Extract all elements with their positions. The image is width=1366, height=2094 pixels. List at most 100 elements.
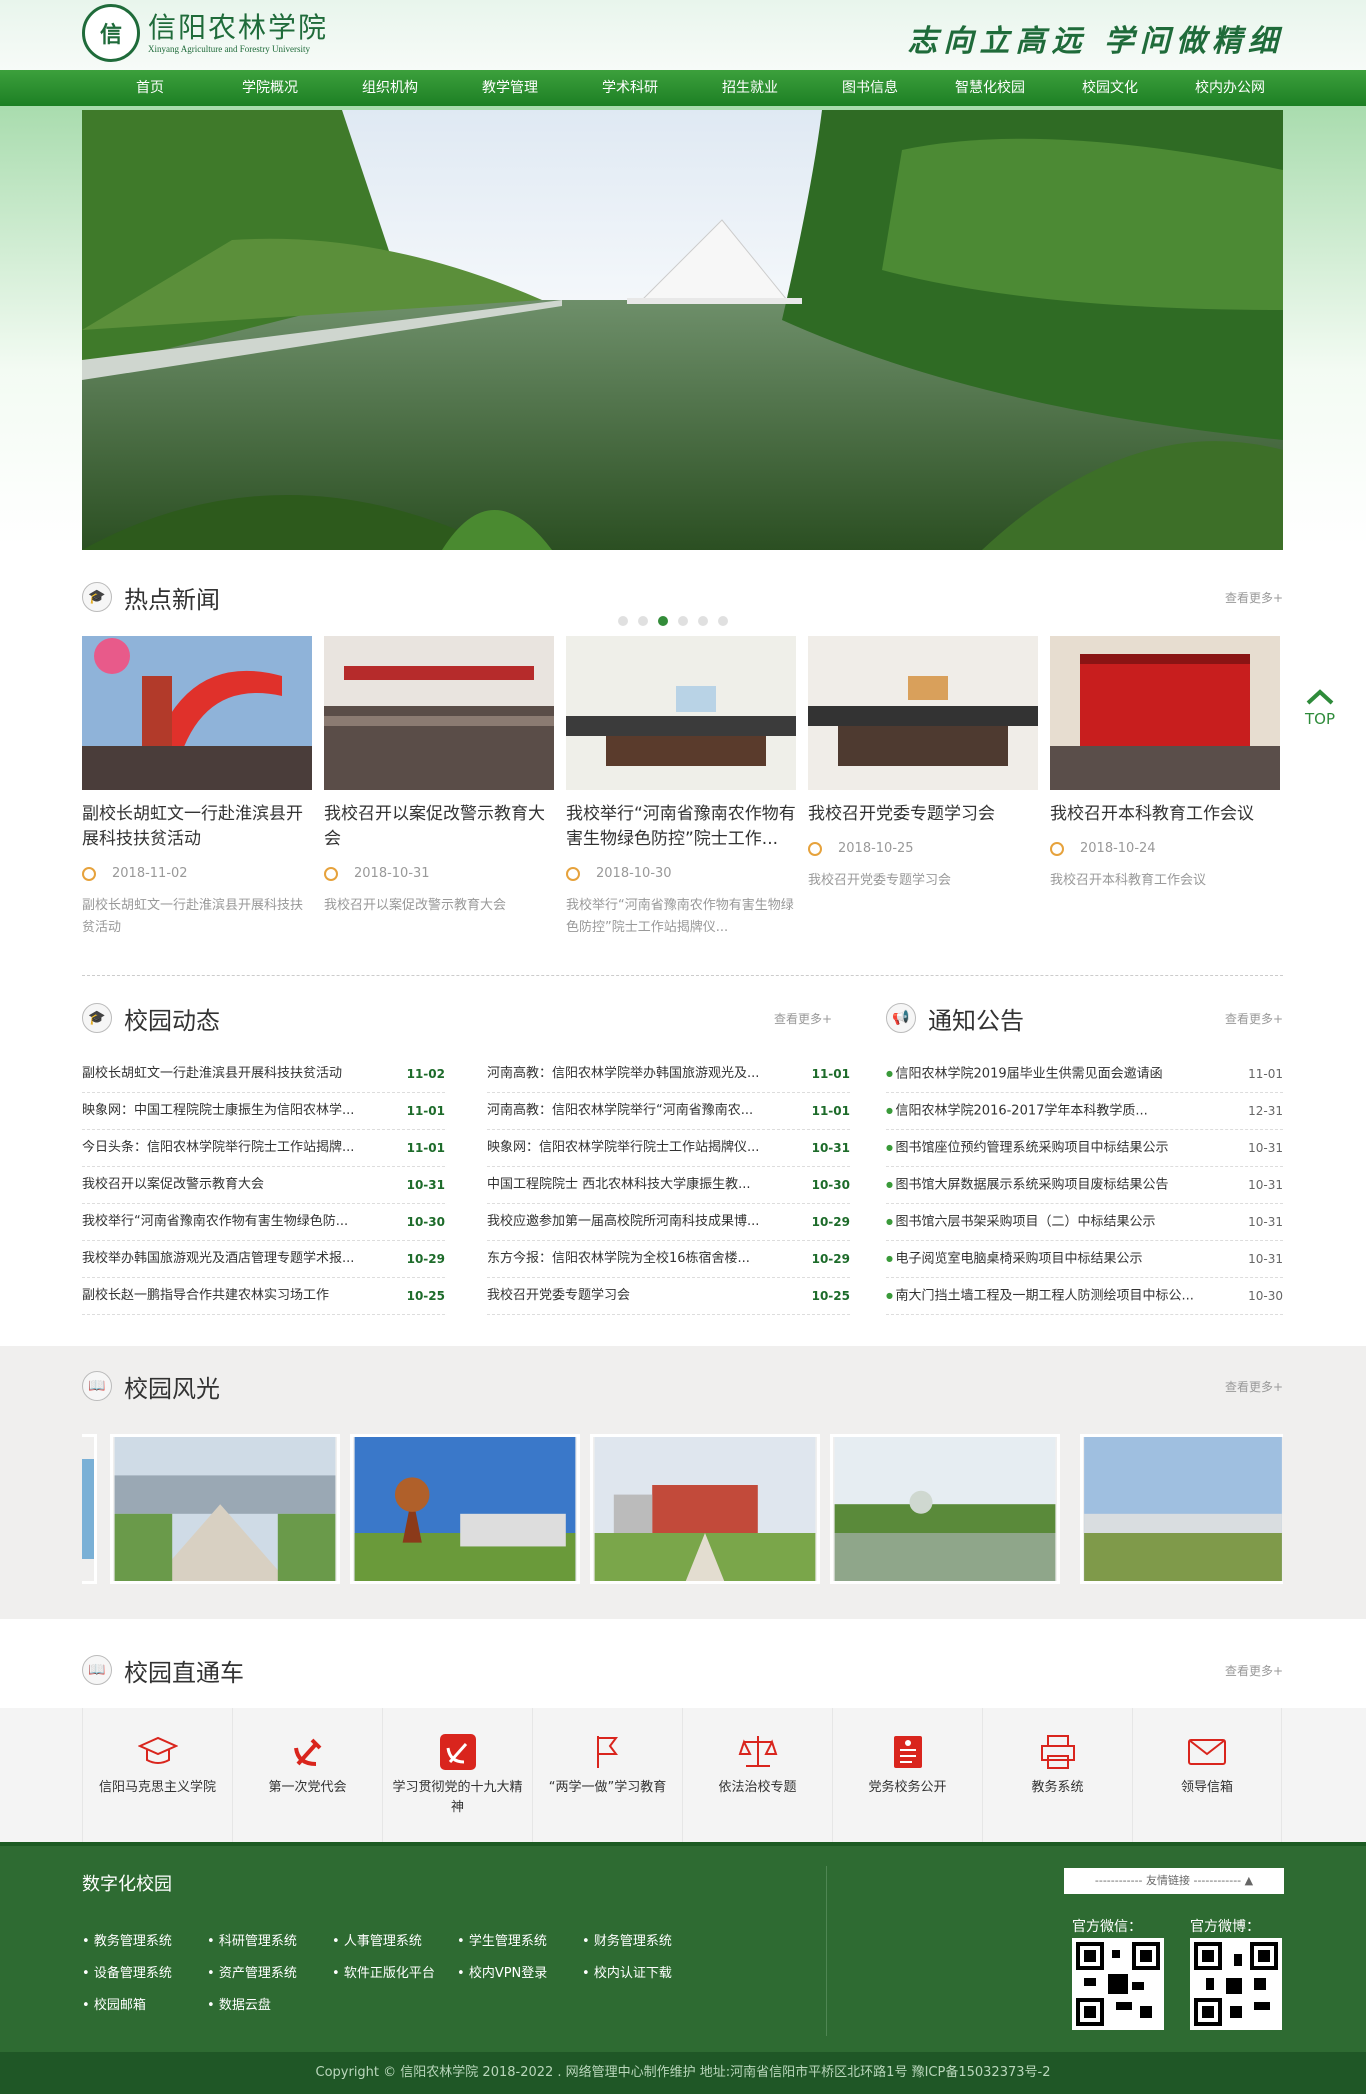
list-item[interactable]: 图书馆六层书架采购项目（二）中标结果公示10-31 [886,1204,1283,1241]
news-thumbnail[interactable] [324,636,554,790]
list-item[interactable]: 河南高教：信阳农林学院举办韩国旅游观光及... 11-01 [487,1056,850,1093]
list-item[interactable]: 副校长赵一鹏指导合作共建农林实习场工作 10-25 [82,1278,445,1315]
footer-link[interactable]: 数据云盘 [207,1990,332,2022]
more-link[interactable]: 查看更多+ [774,1010,832,1027]
back-to-top-button[interactable]: TOP [1298,688,1342,728]
news-title[interactable]: 我校召开党委专题学习会 [808,802,1038,827]
section-title: 校园动态 [124,1006,220,1035]
nav-library[interactable]: 图书信息 [810,70,930,106]
footer-link[interactable]: 教务管理系统 [82,1926,207,1958]
news-thumbnail[interactable] [566,636,796,790]
footer-link[interactable]: 学生管理系统 [457,1926,582,1958]
news-date: 2018-10-30 [596,866,672,881]
nav-smart-campus[interactable]: 智慧化校园 [930,70,1050,106]
logo[interactable]: 信 信阳农林学院 Xinyang Agriculture and Forestr… [82,4,328,62]
campus-news-list-2: 河南高教：信阳农林学院举办韩国旅游观光及... 11-01 河南高教：信阳农林学院… [487,1056,850,1315]
list-item[interactable]: 今日头条：信阳农林学院举行院士工作站揭牌... 11-01 [82,1130,445,1167]
logo-name: 信阳农林学院 [148,11,329,44]
footer-link[interactable]: 校内认证下载 [582,1958,707,1990]
list-item[interactable]: 南大门挡土墙工程及一期工程人防测绘项目中标公...10-30 [886,1278,1283,1315]
more-link[interactable]: 查看更多+ [1225,1378,1283,1395]
section-title: 热点新闻 [124,585,220,614]
banner-dot[interactable] [678,616,688,626]
list-item[interactable]: 我校召开党委专题学习会 10-25 [487,1278,850,1315]
banner-dot[interactable] [638,616,648,626]
friend-links-select[interactable]: ------------ 友情链接 ------------ ▲ [1064,1868,1284,1894]
banner-dot-active[interactable] [658,616,668,626]
list-item[interactable]: 映象网：信阳农林学院举行院士工作站揭牌仪... 10-31 [487,1130,850,1167]
portal-item[interactable]: 领导信箱 [1132,1708,1282,1842]
list-item[interactable]: 信阳农林学院2019届毕业生供需见面会邀请函11-01 [886,1056,1283,1093]
portal-item[interactable]: 依法治校专题 [682,1708,832,1842]
list-item[interactable]: 我校应邀参加第一届高校院所河南科技成果博... 10-29 [487,1204,850,1241]
footer-link[interactable]: 校园邮箱 [82,1990,207,2022]
list-item[interactable]: 我校举办韩国旅游观光及酒店管理专题学术报... 10-29 [82,1241,445,1278]
nav-research[interactable]: 学术科研 [570,70,690,106]
banner-dot[interactable] [698,616,708,626]
footer-links: 教务管理系统 科研管理系统 人事管理系统 学生管理系统 财务管理系统 设备管理系… [82,1926,802,2022]
news-thumbnail[interactable] [1050,636,1280,790]
nav-teaching[interactable]: 教学管理 [450,70,570,106]
list-item[interactable]: 中国工程院院士 西北农林科技大学康振生教... 10-30 [487,1167,850,1204]
footer-link[interactable]: 人事管理系统 [332,1926,457,1958]
news-title[interactable]: 副校长胡虹文一行赴淮滨县开展科技扶贫活动 [82,802,312,852]
news-card[interactable]: 副校长胡虹文一行赴淮滨县开展科技扶贫活动 2018-11-02 副校长胡虹文一行… [82,636,312,939]
nav-overview[interactable]: 学院概况 [210,70,330,106]
scenery-photo[interactable] [82,1434,97,1584]
portal-item[interactable]: 党务校务公开 [832,1708,982,1842]
footer-link[interactable]: 科研管理系统 [207,1926,332,1958]
list-item[interactable]: 东方今报：信阳农林学院为全校16栋宿舍楼... 10-29 [487,1241,850,1278]
news-title[interactable]: 我校举行“河南省豫南农作物有害生物绿色防控”院士工作... [566,802,796,852]
nav-office[interactable]: 校内办公网 [1170,70,1290,106]
more-link[interactable]: 查看更多+ [1225,589,1283,606]
list-item[interactable]: 图书馆大屏数据展示系统采购项目废标结果公告10-31 [886,1167,1283,1204]
party-flag-icon [439,1734,476,1770]
list-item[interactable]: 图书馆座位预约管理系统采购项目中标结果公示10-31 [886,1130,1283,1167]
news-card[interactable]: 我校召开以案促改警示教育大会 2018-10-31 我校召开以案促改警示教育大会 [324,636,554,939]
news-thumbnail[interactable] [82,636,312,790]
footer-link[interactable]: 财务管理系统 [582,1926,707,1958]
footer-link[interactable]: 软件正版化平台 [332,1958,457,1990]
list-item[interactable]: 副校长胡虹文一行赴淮滨县开展科技扶贫活动 11-02 [82,1056,445,1093]
news-title[interactable]: 我校召开以案促改警示教育大会 [324,802,554,852]
nav-home[interactable]: 首页 [90,70,210,106]
portal-item[interactable]: 教务系统 [982,1708,1132,1842]
scenery-photo[interactable] [110,1434,340,1584]
portal-item[interactable]: 第一次党代会 [232,1708,382,1842]
banner-pagination [618,616,728,626]
news-title[interactable]: 我校召开本科教育工作会议 [1050,802,1280,827]
news-thumbnail[interactable] [808,636,1038,790]
footer-link[interactable]: 资产管理系统 [207,1958,332,1990]
more-link[interactable]: 查看更多+ [1225,1662,1283,1679]
list-item[interactable]: 电子阅览室电脑桌椅采购项目中标结果公示10-31 [886,1241,1283,1278]
scenery-photo[interactable] [830,1434,1060,1584]
nav-culture[interactable]: 校园文化 [1050,70,1170,106]
list-item[interactable]: 我校召开以案促改警示教育大会 10-31 [82,1167,445,1204]
list-item[interactable]: 我校举行“河南省豫南农作物有害生物绿色防... 10-30 [82,1204,445,1241]
nav-organization[interactable]: 组织机构 [330,70,450,106]
banner-slide-image[interactable] [82,110,1283,550]
portal-item[interactable]: “两学一做”学习教育 [532,1708,682,1842]
list-item[interactable]: 信阳农林学院2016-2017学年本科教学质...12-31 [886,1093,1283,1130]
news-card[interactable]: 我校举行“河南省豫南农作物有害生物绿色防控”院士工作... 2018-10-30… [566,636,796,939]
banner-dot[interactable] [718,616,728,626]
portal-item[interactable]: 学习贯彻党的十九大精神 [382,1708,532,1842]
banner-dot[interactable] [618,616,628,626]
news-summary: 我校召开本科教育工作会议 [1050,873,1207,888]
more-link[interactable]: 查看更多+ [1225,1010,1283,1027]
clock-icon [82,866,96,881]
news-card[interactable]: 我校召开党委专题学习会 2018-10-25 我校召开党委专题学习会 [808,636,1038,939]
footer-link[interactable]: 校内VPN登录 [457,1958,582,1990]
list-item[interactable]: 映象网：中国工程院院士康振生为信阳农林学... 11-01 [82,1093,445,1130]
news-card[interactable]: 我校召开本科教育工作会议 2018-10-24 我校召开本科教育工作会议 [1050,636,1280,939]
scenery-photo[interactable] [1080,1434,1283,1584]
weibo-label: 官方微博： [1190,1919,1260,1935]
list-item[interactable]: 河南高教：信阳农林学院举行“河南省豫南农... 11-01 [487,1093,850,1130]
nav-admission[interactable]: 招生就业 [690,70,810,106]
section-title: 校园风光 [124,1374,220,1403]
scenery-photo[interactable] [590,1434,820,1584]
footer-title: 数字化校园 [82,1874,172,1895]
portal-item[interactable]: 信阳马克思主义学院 [82,1708,232,1842]
footer-link[interactable]: 设备管理系统 [82,1958,207,1990]
scenery-photo[interactable] [350,1434,580,1584]
